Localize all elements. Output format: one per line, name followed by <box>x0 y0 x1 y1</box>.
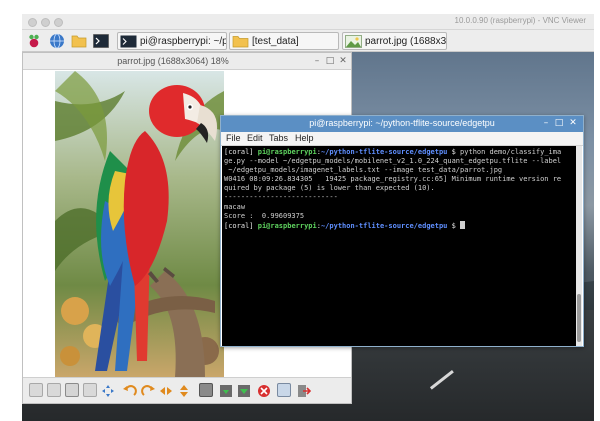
task-label: pi@raspberrypi: ~/pyt... <box>140 35 226 47</box>
vnc-screen: 10.0.0.90 (raspberrypi) - VNC Viewer pi@… <box>0 0 600 421</box>
menu-edit[interactable]: Edit <box>247 133 263 143</box>
image-viewer-title: parrot.jpg (1688x3064) 18% <box>117 56 229 66</box>
zoom-window-button[interactable] <box>54 18 63 27</box>
flip-vertical-icon[interactable] <box>177 383 191 397</box>
close-icon[interactable]: ✕ <box>568 118 578 128</box>
raspberry-menu-icon[interactable] <box>25 33 43 49</box>
previous-icon[interactable] <box>29 383 43 397</box>
close-window-button[interactable] <box>28 18 37 27</box>
output-line: --------------------------- <box>224 193 338 202</box>
minimize-icon[interactable]: – <box>312 56 322 66</box>
exit-icon[interactable] <box>297 383 312 397</box>
image-icon <box>345 34 362 48</box>
save-file-icon[interactable] <box>219 383 233 397</box>
text-cursor <box>460 220 466 229</box>
task-image-viewer[interactable]: parrot.jpg (1688x306... <box>342 32 447 50</box>
vnc-titlebar: 10.0.0.90 (raspberrypi) - VNC Viewer <box>22 14 594 30</box>
next-icon[interactable] <box>47 383 61 397</box>
maximize-icon[interactable]: □ <box>554 118 564 128</box>
vnc-window-title: 10.0.0.90 (raspberrypi) - VNC Viewer <box>454 16 586 25</box>
prompt-line: [coral] pi@raspberrypi:~/python-tflite-s… <box>224 220 575 231</box>
menu-tabs[interactable]: Tabs <box>269 133 288 143</box>
terminal-icon <box>120 35 137 47</box>
output-line: Score : 0.99609375 <box>224 211 305 220</box>
terminal-output[interactable]: [coral] pi@raspberrypi:~/python-tflite-s… <box>222 146 577 346</box>
terminal-titlebar: pi@raspberrypi: ~/python-tflite-source/e… <box>221 116 583 132</box>
maximize-icon[interactable]: □ <box>325 56 335 66</box>
image-viewer-toolbar <box>23 377 351 403</box>
parrot-photo <box>55 71 224 377</box>
delete-icon[interactable] <box>257 383 271 397</box>
task-label: [test_data] <box>252 35 299 47</box>
output-line: quired by package (5) is lower than expe… <box>224 184 435 193</box>
terminal-icon[interactable] <box>92 33 110 49</box>
close-icon[interactable]: ✕ <box>338 56 348 66</box>
menu-help[interactable]: Help <box>295 133 314 143</box>
web-browser-icon[interactable] <box>48 33 66 49</box>
fullscreen-icon[interactable] <box>101 383 115 397</box>
fit-window-icon[interactable] <box>65 383 79 397</box>
terminal-title: pi@raspberrypi: ~/python-tflite-source/e… <box>309 118 495 128</box>
task-terminal[interactable]: pi@raspberrypi: ~/pyt... <box>117 32 227 50</box>
terminal-menubar: File Edit Tabs Help <box>221 132 583 146</box>
menu-file[interactable]: File <box>226 133 241 143</box>
original-size-icon[interactable] <box>83 383 97 397</box>
terminal-scrollbar[interactable] <box>576 146 582 346</box>
command-line: ~/edgetpu_models/imagenet_labels.txt --i… <box>224 166 503 175</box>
open-file-icon[interactable] <box>199 383 213 397</box>
task-label: parrot.jpg (1688x306... <box>365 35 447 47</box>
output-line: macaw <box>224 202 246 211</box>
folder-icon <box>232 35 249 47</box>
taskbar: pi@raspberrypi: ~/pyt... [test_data] par… <box>22 30 594 52</box>
image-viewer-titlebar: parrot.jpg (1688x3064) 18% – □ ✕ <box>23 53 351 70</box>
output-line: W0416 08:09:26.834305 19425 package_regi… <box>224 175 562 184</box>
preferences-icon[interactable] <box>277 383 291 397</box>
rotate-left-icon[interactable] <box>123 383 137 397</box>
flip-horizontal-icon[interactable] <box>159 383 173 397</box>
scrollbar-thumb[interactable] <box>577 294 581 342</box>
save-as-icon[interactable] <box>237 383 251 397</box>
rotate-right-icon[interactable] <box>141 383 155 397</box>
command-line: ge.py --model ~/edgetpu_models/mobilenet… <box>224 157 562 166</box>
minimize-window-button[interactable] <box>41 18 50 27</box>
task-file-manager[interactable]: [test_data] <box>229 32 339 50</box>
file-manager-icon[interactable] <box>70 33 88 49</box>
terminal-window: pi@raspberrypi: ~/python-tflite-source/e… <box>220 115 584 347</box>
command-line: [coral] pi@raspberrypi:~/python-tflite-s… <box>224 148 562 156</box>
minimize-icon[interactable]: – <box>541 118 551 128</box>
